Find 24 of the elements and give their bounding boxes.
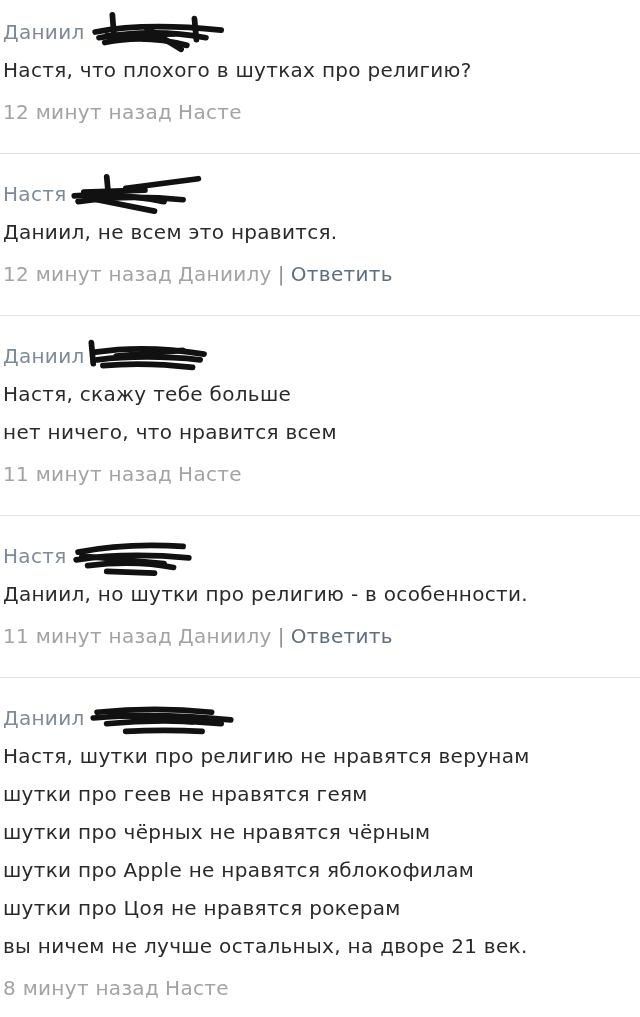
- author-name[interactable]: Настя: [3, 175, 67, 213]
- comment-time: 11 минут назад: [3, 461, 173, 488]
- comment-text: Настя, что плохого в шутках про религию?: [3, 57, 473, 84]
- author-name[interactable]: Даниил: [3, 337, 85, 375]
- reply-link[interactable]: Ответить: [290, 255, 393, 294]
- comment-text: Настя, скажу тебе больше нет ничего, что нравится всем: [3, 381, 338, 446]
- comment-text: Настя, шутки про религию не нравятся верунам шутки про геев не нравятся геям шутки про чёрных не нравятся чёрным шутки про Apple не нравятся яблокофилам шутки про Цоя не нравятся рокерам вы ничем не лучше остальных, на дворе 21 век.: [3, 743, 531, 960]
- reply-to-name[interactable]: Насте: [178, 455, 242, 494]
- comment-text: Даниил, но шутки про религию - в особенности.: [3, 581, 529, 608]
- reply-to-name[interactable]: Насте: [178, 93, 242, 132]
- reply-to-name[interactable]: Даниилу: [178, 617, 272, 656]
- reply-to-name[interactable]: Даниилу: [178, 255, 272, 294]
- comment-time: 8 минут назад: [3, 975, 160, 1002]
- comment-time: 11 минут назад: [3, 623, 173, 650]
- separator: |: [277, 623, 285, 650]
- comment-text: Даниил, не всем это нравится.: [3, 219, 339, 246]
- reply-link[interactable]: Ответить: [290, 617, 393, 656]
- separator: |: [277, 261, 285, 288]
- author-name[interactable]: Даниил: [3, 699, 85, 737]
- author-name[interactable]: Даниил: [3, 13, 85, 51]
- author-name[interactable]: Настя: [3, 537, 67, 575]
- reply-to-name[interactable]: Насте: [165, 969, 229, 1008]
- comment-time: 12 минут назад: [3, 99, 173, 126]
- comment-time: 12 минут назад: [3, 261, 173, 288]
